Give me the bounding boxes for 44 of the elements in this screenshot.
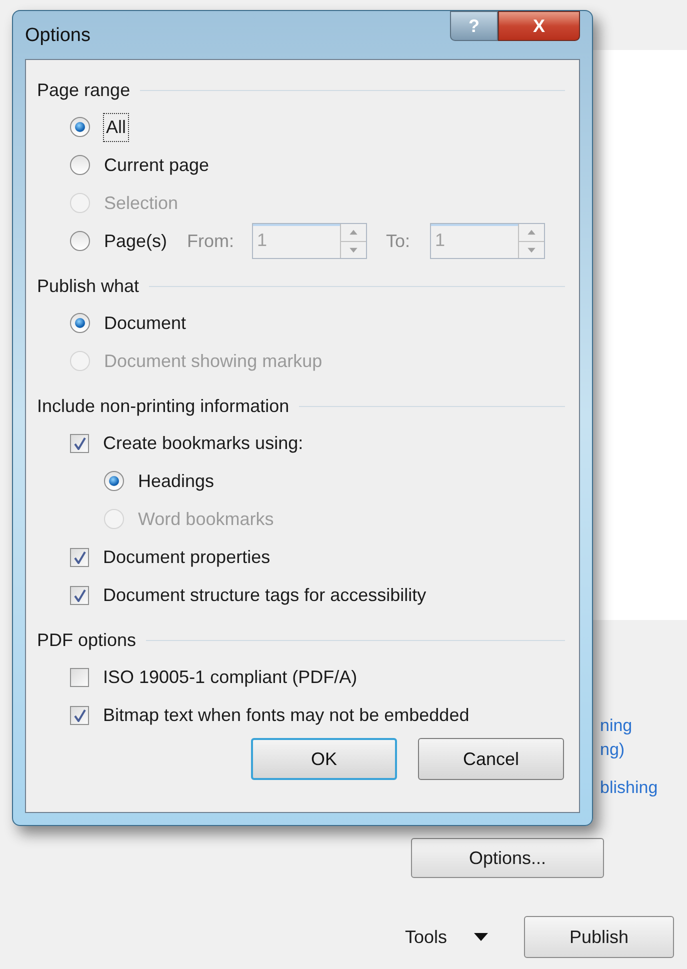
dialog-button[interactable]: OK	[251, 738, 397, 780]
check-icon	[74, 708, 86, 722]
radio-button[interactable]	[70, 117, 90, 137]
tools-menu[interactable]: Tools	[405, 924, 448, 950]
checkbox[interactable]	[70, 668, 89, 686]
option-label: Document structure tags for accessibility	[103, 584, 426, 607]
dialog-button[interactable]: Cancel	[418, 738, 564, 780]
option-label: Create bookmarks using:	[103, 432, 304, 455]
publish-button[interactable]: Publish	[524, 916, 674, 958]
check-icon	[74, 550, 86, 564]
radio-button[interactable]	[104, 471, 124, 491]
check-icon	[74, 588, 86, 602]
option-label: Page(s)	[104, 230, 168, 253]
link[interactable]: ng)	[600, 738, 687, 762]
option-label: All	[104, 114, 128, 140]
radio-button[interactable]	[70, 231, 90, 251]
radio-button[interactable]	[70, 313, 90, 333]
to-label: To:	[386, 230, 410, 252]
close-button[interactable]: X	[498, 11, 580, 41]
checkbox[interactable]	[70, 706, 89, 724]
from-label: From:	[187, 230, 234, 252]
option-label: Current page	[104, 154, 210, 177]
option-label: Document showing markup	[104, 350, 322, 373]
option-label: Headings	[138, 470, 214, 493]
checkbox[interactable]	[70, 434, 89, 452]
options-button[interactable]: Options...	[411, 838, 604, 878]
section-heading: Include non-printing information	[37, 394, 290, 418]
link[interactable]: blishing	[600, 776, 687, 800]
option-label: Document	[104, 312, 186, 334]
section-heading: Publish what	[37, 274, 140, 298]
option-label: ISO 19005-1 compliant (PDF/A)	[103, 666, 358, 689]
radio-button[interactable]	[70, 155, 90, 175]
section-heading: Page range	[37, 78, 130, 102]
section-heading: PDF options	[37, 628, 136, 652]
link[interactable]: ning	[600, 714, 687, 738]
check-icon	[74, 436, 86, 450]
checkbox[interactable]	[70, 586, 89, 604]
option-label: Bitmap text when fonts may not be embedded	[103, 704, 470, 727]
option-label: Selection	[104, 192, 178, 214]
option-label: Word bookmarks	[138, 508, 274, 530]
option-label: Document properties	[103, 546, 270, 569]
dropdown-arrow-icon[interactable]	[474, 933, 488, 941]
window-title: Options	[25, 24, 90, 48]
checkbox[interactable]	[70, 548, 89, 566]
